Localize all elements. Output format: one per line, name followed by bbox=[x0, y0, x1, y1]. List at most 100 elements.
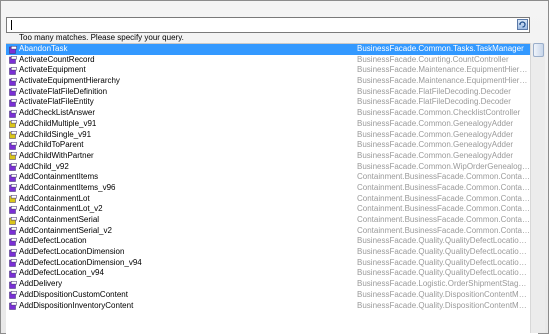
item-namespace: BusinessFacade.FlatFileDecoding.Decoder bbox=[357, 86, 511, 96]
item-namespace: BusinessFacade.FlatFileDecoding.Decoder bbox=[357, 97, 511, 107]
refresh-icon bbox=[518, 21, 526, 28]
yellow-task-icon bbox=[9, 216, 17, 225]
list-item[interactable]: AddDefectLocation BusinessFacade.Quality.… bbox=[6, 236, 538, 247]
scrollbar-thumb[interactable] bbox=[533, 43, 544, 57]
item-namespace: BusinessFacade.Quality.QualityDefectLoca… bbox=[357, 257, 530, 267]
purple-task-icon bbox=[9, 269, 17, 278]
list-item[interactable]: AddDefectLocation_v94 BusinessFacade.Qual… bbox=[6, 268, 538, 279]
purple-task-icon bbox=[9, 56, 17, 64]
item-name: AddChild_v92 bbox=[19, 161, 69, 171]
item-namespace: Containment.BusinessFacade.Common.Contai… bbox=[357, 193, 530, 203]
scrollbar[interactable] bbox=[530, 43, 545, 333]
item-name: AddContainmentSerial bbox=[19, 215, 100, 224]
purple-task-icon bbox=[9, 237, 17, 246]
list-item[interactable]: AddContainmentItems_v96 Containment.Busin… bbox=[6, 183, 538, 194]
item-name: AddDispositionInventoryContent bbox=[19, 300, 134, 310]
purple-task-icon bbox=[9, 248, 17, 257]
item-name: ActivateFlatFileDefinition bbox=[19, 86, 108, 96]
list-item[interactable]: AddDispositionCustomContent BusinessFacad… bbox=[6, 290, 538, 301]
item-namespace: BusinessFacade.Quality.DispositionConten… bbox=[357, 300, 530, 310]
item-name: AddChildSingle_v91 bbox=[19, 129, 92, 139]
search-box bbox=[6, 17, 530, 33]
item-namespace: Containment.BusinessFacade.Common.Contai… bbox=[357, 215, 530, 224]
purple-task-icon bbox=[9, 141, 17, 150]
item-namespace: Containment.BusinessFacade.Common.Contai… bbox=[357, 204, 530, 214]
item-namespace: BusinessFacade.Common.GenealogyAdder bbox=[357, 129, 514, 139]
item-name: AddContainmentLot_v2 bbox=[19, 204, 103, 214]
item-namespace: BusinessFacade.Common.GenealogyAdder bbox=[357, 118, 514, 128]
list-item[interactable]: AddContainmentLot Containment.BusinessFac… bbox=[6, 194, 538, 205]
item-name: AddChildWithPartner bbox=[19, 150, 94, 160]
purple-task-icon bbox=[9, 77, 17, 86]
purple-task-icon bbox=[9, 45, 17, 54]
item-namespace: BusinessFacade.Logistic.OrderShipmentSta… bbox=[357, 279, 530, 289]
list-item[interactable]: ActivateCountRecord BusinessFacade.Counti… bbox=[6, 55, 538, 66]
item-name: ActivateCountRecord bbox=[19, 54, 95, 64]
item-namespace: BusinessFacade.Common.ChecklistControlle… bbox=[357, 108, 521, 118]
list-item[interactable]: AddChildSingle_v91 BusinessFacade.Common.… bbox=[6, 130, 538, 141]
list-item[interactable]: AddDispositionInventoryContent BusinessFa… bbox=[6, 301, 538, 312]
item-name: AddDefectLocationDimension bbox=[19, 247, 125, 257]
purple-task-icon bbox=[9, 173, 17, 182]
list-item[interactable]: AddCheckListAnswer BusinessFacade.Common.… bbox=[6, 108, 538, 119]
item-namespace: Containment.BusinessFacade.Common.Contai… bbox=[357, 225, 530, 235]
list-item[interactable]: AddChild_v92 BusinessFacade.Common.WipOrd… bbox=[6, 162, 538, 173]
purple-task-icon bbox=[9, 88, 17, 96]
purple-task-icon bbox=[9, 163, 17, 171]
yellow-task-icon bbox=[9, 195, 17, 203]
item-name: AddContainmentSerial_v2 bbox=[19, 225, 112, 235]
list-item[interactable]: AddChildMultiple_v91 BusinessFacade.Commo… bbox=[6, 119, 538, 130]
yellow-task-icon bbox=[9, 152, 17, 161]
item-namespace: Containment.BusinessFacade.Common.Contai… bbox=[357, 182, 530, 192]
purple-task-icon bbox=[9, 98, 17, 107]
item-namespace: BusinessFacade.Quality.DispositionConten… bbox=[357, 289, 530, 299]
purple-task-icon bbox=[9, 205, 17, 214]
search-window: Too many matches. Please specify your qu… bbox=[0, 0, 549, 334]
purple-task-icon bbox=[9, 184, 17, 193]
purple-task-icon bbox=[9, 227, 17, 235]
item-name: ActivateEquipmentHierarchy bbox=[19, 76, 120, 86]
list-item[interactable]: AddChildWithPartner BusinessFacade.Common… bbox=[6, 151, 538, 162]
item-namespace: BusinessFacade.Maintenance.EquipmentHier… bbox=[357, 65, 530, 75]
item-namespace: BusinessFacade.Quality.QualityDefectLoca… bbox=[357, 236, 530, 246]
list-item[interactable]: AddContainmentSerial_v2 Containment.Busin… bbox=[6, 226, 538, 237]
item-namespace: BusinessFacade.Common.GenealogyAdder bbox=[357, 140, 514, 150]
item-name: AddDefectLocation_v94 bbox=[19, 268, 104, 278]
search-button[interactable] bbox=[517, 19, 528, 30]
list-item[interactable]: AddDelivery BusinessFacade.Logistic.Order… bbox=[6, 279, 538, 290]
item-name: AddContainmentItems_v96 bbox=[19, 182, 116, 192]
list-item[interactable]: ActivateEquipment BusinessFacade.Maintena… bbox=[6, 65, 538, 76]
item-namespace: BusinessFacade.Counting.CountController bbox=[357, 54, 509, 64]
list-item[interactable]: AbandonTask BusinessFacade.Common.Tasks.T… bbox=[6, 44, 538, 55]
item-namespace: BusinessFacade.Maintenance.EquipmentHier… bbox=[357, 76, 530, 86]
item-name: AddChildToParent bbox=[19, 140, 84, 150]
list-item[interactable]: AddDefectLocationDimension_v94 BusinessFa… bbox=[6, 258, 538, 269]
list-item[interactable]: AddDefectLocationDimension BusinessFacade… bbox=[6, 247, 538, 258]
item-name: ActivateEquipment bbox=[19, 65, 86, 75]
item-namespace: Containment.BusinessFacade.Common.Contai… bbox=[357, 172, 530, 182]
item-name: AddChildMultiple_v91 bbox=[19, 118, 97, 128]
item-name: AddDefectLocation bbox=[19, 236, 87, 246]
status-message: Too many matches. Please specify your qu… bbox=[19, 33, 184, 42]
item-namespace: BusinessFacade.Quality.QualityDefectLoca… bbox=[357, 268, 530, 278]
list-item[interactable]: AddContainmentLot_v2 Containment.Business… bbox=[6, 204, 538, 215]
item-namespace: BusinessFacade.Common.GenealogyAdder bbox=[357, 150, 514, 160]
purple-task-icon bbox=[9, 66, 17, 75]
list-item[interactable]: ActivateEquipmentHierarchy BusinessFacade… bbox=[6, 76, 538, 87]
item-name: AddContainmentItems bbox=[19, 172, 99, 182]
item-namespace: BusinessFacade.Quality.QualityDefectLoca… bbox=[357, 247, 530, 257]
purple-task-icon bbox=[9, 291, 17, 300]
item-namespace: BusinessFacade.Common.WipOrderGenealogyP… bbox=[357, 161, 530, 171]
list-item[interactable]: AddContainmentSerial Containment.Business… bbox=[6, 215, 538, 226]
list-item[interactable]: AddContainmentItems Containment.BusinessF… bbox=[6, 172, 538, 183]
search-input[interactable] bbox=[7, 18, 511, 32]
list-item[interactable]: ActivateFlatFileEntity BusinessFacade.Fla… bbox=[6, 97, 538, 108]
list-item[interactable]: AddChildToParent BusinessFacade.Common.Ge… bbox=[6, 140, 538, 151]
item-name: AddDispositionCustomContent bbox=[19, 289, 128, 299]
purple-task-icon bbox=[9, 109, 17, 118]
purple-task-icon bbox=[9, 302, 17, 310]
item-name: AddContainmentLot bbox=[19, 193, 90, 203]
purple-task-icon bbox=[9, 280, 17, 289]
list-item[interactable]: ActivateFlatFileDefinition BusinessFacade… bbox=[6, 87, 538, 98]
yellow-task-icon bbox=[9, 131, 17, 139]
